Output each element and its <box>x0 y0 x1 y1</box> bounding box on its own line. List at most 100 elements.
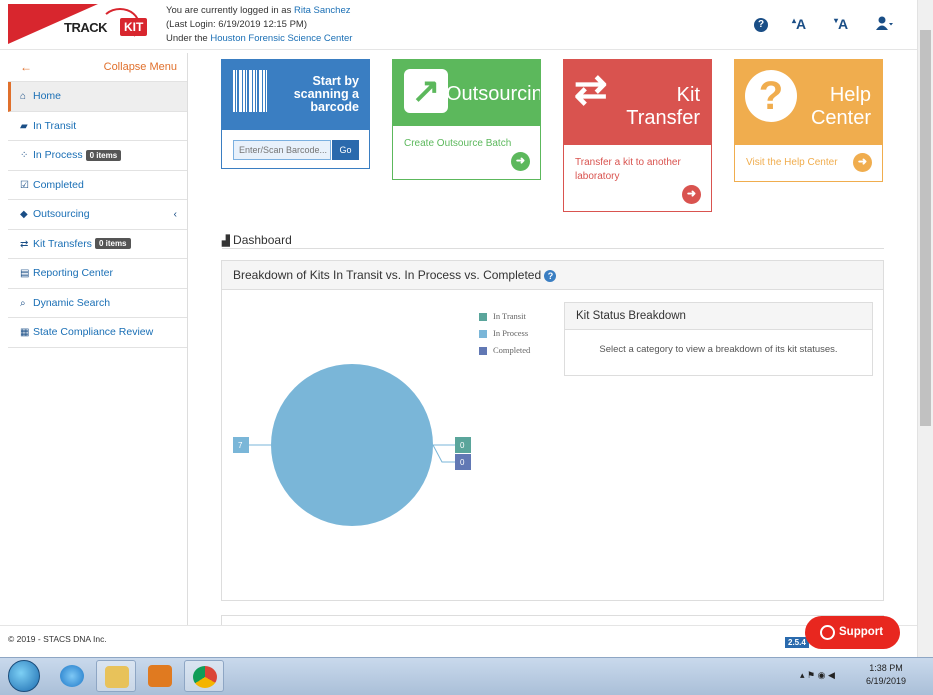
barcode-icon <box>233 70 269 112</box>
arrow-circle-right-icon[interactable]: ➜ <box>511 152 530 171</box>
tags-icon: ◆ <box>20 209 28 220</box>
page-scrollbar[interactable] <box>917 0 933 657</box>
copyright-text: © 2019 - STACS DNA Inc. <box>8 634 107 644</box>
create-outsource-batch-link[interactable]: Create Outsource Batch <box>404 138 511 149</box>
kit-status-breakdown-title: Kit Status Breakdown <box>565 303 872 330</box>
app-footer: © 2019 - STACS DNA Inc. 2.5.4 <box>0 625 917 657</box>
data-label-in-process: 7 <box>238 441 243 450</box>
collapse-menu-label: Collapse Menu <box>103 61 177 73</box>
go-button[interactable]: Go <box>332 140 359 160</box>
kit-transfer-title-line1: Kit <box>676 84 700 106</box>
legend-swatch <box>479 330 487 339</box>
sidebar-item-dynamic-search[interactable]: ⌕ Dynamic Search <box>8 289 187 318</box>
data-label-in-transit: 0 <box>460 441 465 450</box>
media-player-icon[interactable] <box>140 660 180 692</box>
windows-start-button[interactable] <box>8 660 40 692</box>
kit-transfer-tile-title: Kit Transfer <box>626 84 700 130</box>
user-menu-icon[interactable] <box>876 16 894 33</box>
sidebar-item-home[interactable]: ⌂ Home <box>8 82 187 112</box>
login-info: You are currently logged in as Rita Sanc… <box>166 4 352 46</box>
login-prefix: You are currently logged in as <box>166 5 294 16</box>
help-title-line1: Help <box>829 84 871 106</box>
logo-kit-text: KIT <box>120 18 148 36</box>
support-button[interactable]: Support <box>805 616 900 649</box>
help-center-tile[interactable]: ? Help Center Visit the Help Center ➜ <box>734 59 883 182</box>
spinner-icon: ⁘ <box>20 150 29 161</box>
sidebar-item-label: Kit Transfers <box>33 237 92 250</box>
barcode-input[interactable] <box>233 140 331 160</box>
tray-icons[interactable]: ▴ ⚑ ◉ ◀ <box>800 670 835 681</box>
sidebar-item-kit-transfers[interactable]: ⇄ Kit Transfers 0 items <box>8 230 187 259</box>
exchange-arrows-icon: ⇄ <box>574 68 608 112</box>
clock-date: 6/19/2019 <box>866 676 907 686</box>
kit-status-breakdown-message: Select a category to view a breakdown of… <box>599 344 838 355</box>
arrow-circle-right-icon[interactable]: ➜ <box>853 153 872 172</box>
check-square-icon: ☑ <box>20 179 29 191</box>
panel-title: Breakdown of Kits In Transit vs. In Proc… <box>233 268 542 282</box>
sidebar-item-outsourcing[interactable]: ◆ Outsourcing ‹ <box>8 200 187 230</box>
dashboard-heading: ▟ Dashboard <box>222 233 884 249</box>
search-icon: ⌕ <box>20 297 26 309</box>
external-link-icon: ↗ <box>404 69 448 113</box>
app-header: TRACK KIT You are currently logged in as… <box>0 0 917 50</box>
scan-tile-header: Start by scanning a barcode <box>222 60 369 130</box>
visit-help-center-link[interactable]: Visit the Help Center <box>746 157 838 168</box>
kit-transfer-tile-header: ⇄ Kit Transfer <box>564 60 711 145</box>
internet-explorer-icon[interactable] <box>52 660 92 692</box>
question-circle-icon[interactable]: ? <box>544 269 557 282</box>
sidebar-item-completed[interactable]: ☑ Completed <box>8 171 187 200</box>
arrow-circle-right-icon[interactable]: ➜ <box>682 185 701 204</box>
logo-track-text: TRACK <box>64 20 108 35</box>
legend-item-in-process[interactable]: In Process <box>479 328 529 339</box>
kit-transfer-tile[interactable]: ⇄ Kit Transfer Transfer a kit to another… <box>563 59 712 212</box>
exchange-icon: ⇄ <box>20 238 29 250</box>
help-center-tile-header: ? Help Center <box>735 60 882 145</box>
legend-item-completed[interactable]: Completed <box>479 345 530 356</box>
font-decrease-icon[interactable]: ▾A <box>834 16 848 32</box>
support-label: Support <box>839 626 884 638</box>
file-icon: ▤ <box>20 268 30 279</box>
help-title-line2: Center <box>810 107 871 129</box>
scrollbar-thumb[interactable] <box>920 30 931 426</box>
org-name-link[interactable]: Houston Forensic Science Center <box>210 33 352 44</box>
sidebar-item-reporting-center[interactable]: ▤ Reporting Center <box>8 259 187 289</box>
user-name-link[interactable]: Rita Sanchez <box>294 5 351 16</box>
sidebar: ← Collapse Menu ⌂ Home ▰ In Transit ⁘ In Pr… <box>8 53 188 625</box>
file-explorer-icon[interactable] <box>96 660 136 692</box>
last-login: (Last Login: 6/19/2019 12:15 PM) <box>166 19 308 30</box>
kit-status-breakdown-box: Kit Status Breakdown Select a category t… <box>564 302 873 376</box>
sidebar-item-in-process[interactable]: ⁘ In Process 0 items <box>8 141 187 171</box>
collapse-menu-button[interactable]: ← Collapse Menu <box>8 53 187 82</box>
dashboard-title: Dashboard <box>233 233 292 247</box>
sidebar-item-label: State Compliance Review <box>33 326 154 338</box>
sidebar-item-label: In Transit <box>33 119 77 132</box>
sidebar-item-label: Completed <box>33 178 84 191</box>
sidebar-item-label: Reporting Center <box>33 267 113 279</box>
sidebar-item-label: Dynamic Search <box>33 296 111 309</box>
sidebar-item-label: Outsourcing <box>33 208 90 220</box>
question-circle-icon[interactable]: ? <box>754 16 768 33</box>
clock-time: 1:38 PM <box>869 663 903 673</box>
transfer-kit-link[interactable]: Transfer a kit to another laboratory <box>575 156 695 184</box>
pie-slice-in-process[interactable] <box>271 364 433 526</box>
system-clock[interactable]: 1:38 PM 6/19/2019 <box>866 662 906 688</box>
sidebar-item-state-compliance-review[interactable]: ▦ State Compliance Review <box>8 318 187 348</box>
chrome-browser-icon[interactable] <box>184 660 224 692</box>
kit-transfers-count-badge: 0 items <box>94 238 131 250</box>
tracking-kit-logo[interactable]: TRACK KIT <box>8 4 158 46</box>
sidebar-item-in-transit[interactable]: ▰ In Transit <box>8 112 187 141</box>
outsourcing-tile-title: Outsourcing <box>446 83 540 105</box>
arrow-left-icon: ← <box>20 60 32 74</box>
kit-transfer-title-line2: Transfer <box>626 107 700 129</box>
outsourcing-tile[interactable]: ↗ Outsourcing Create Outsource Batch ➜ <box>392 59 541 180</box>
bar-chart-icon: ▟ <box>222 236 230 247</box>
data-label-connector-completed <box>432 444 455 463</box>
chevron-left-icon: ‹ <box>173 208 178 220</box>
legend-item-in-transit[interactable]: In Transit <box>479 311 526 322</box>
scan-tile-title: Start by scanning a barcode <box>293 74 359 114</box>
legend-label: In Process <box>493 328 529 338</box>
calendar-check-icon: ▦ <box>20 327 30 338</box>
data-label-completed: 0 <box>460 458 465 467</box>
in-process-count-badge: 0 items <box>85 149 122 161</box>
font-increase-icon[interactable]: ▴A <box>792 16 806 32</box>
